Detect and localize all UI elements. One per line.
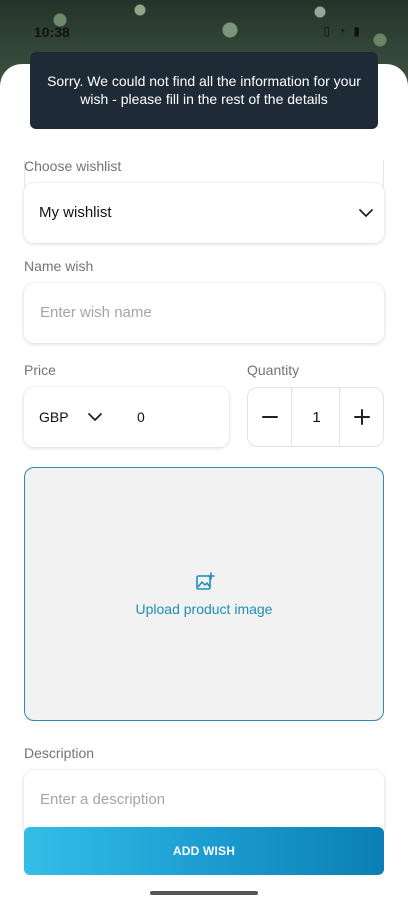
description-placeholder: Enter a description (40, 791, 166, 808)
plus-icon (353, 409, 370, 425)
quantity-value[interactable]: 1 (293, 409, 340, 426)
wish-name-placeholder: Enter wish name (40, 304, 152, 321)
minus-icon (261, 416, 278, 418)
decrement-button[interactable] (248, 388, 292, 446)
error-toast: Sorry. We could not find all the informa… (30, 52, 378, 129)
wifi-icon: ◔ (338, 24, 346, 38)
status-icons: ▯ ◔ ▮ (324, 24, 360, 38)
battery-icon: ▮ (353, 24, 360, 38)
description-field[interactable]: Enter a description (24, 770, 384, 830)
price-value[interactable]: 0 (137, 409, 145, 425)
upload-image-area[interactable]: Upload product image (24, 467, 384, 721)
vibrate-icon: ▯ (323, 24, 331, 38)
price-field[interactable]: GBP 0 (24, 387, 229, 447)
wishlist-select-value: My wishlist (39, 204, 112, 221)
wish-name-field[interactable]: Enter wish name (24, 283, 384, 343)
upload-image-label: Upload product image (135, 601, 273, 617)
add-wish-sheet: Choose wishlist My wishlist Name wish En… (0, 64, 408, 911)
status-time: 10:38 (34, 24, 70, 40)
price-label: Price (24, 362, 56, 378)
name-label: Name wish (24, 258, 94, 274)
quantity-label: Quantity (247, 362, 300, 378)
wishlist-label: Choose wishlist (24, 158, 122, 174)
currency-value[interactable]: GBP (39, 409, 69, 425)
image-add-icon (196, 572, 215, 590)
chevron-down-icon (359, 209, 373, 217)
add-wish-button[interactable]: ADD WISH (24, 827, 384, 875)
quantity-stepper: 1 (247, 387, 384, 447)
home-indicator[interactable] (150, 891, 258, 895)
wishlist-select[interactable]: My wishlist (24, 183, 384, 243)
increment-button[interactable] (339, 388, 383, 446)
description-label: Description (24, 745, 95, 761)
chevron-down-icon[interactable] (87, 409, 103, 425)
